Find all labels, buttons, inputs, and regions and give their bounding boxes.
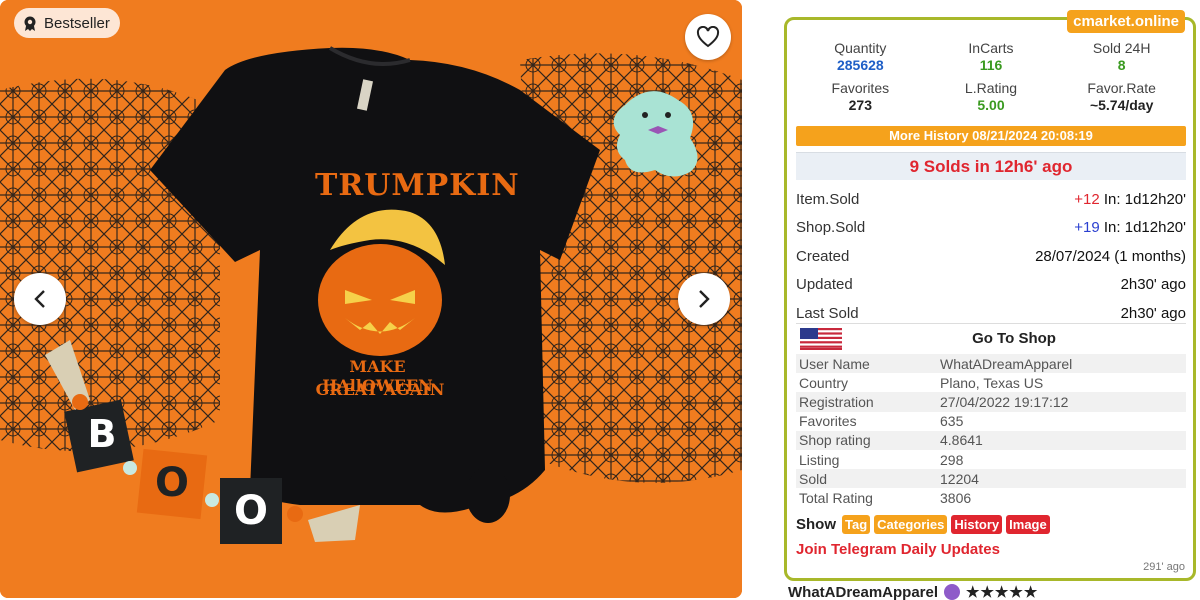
row-updated: Updated 2h30' ago	[796, 271, 1186, 300]
stat-value: 273	[848, 97, 872, 113]
stat-label: InCarts	[968, 40, 1014, 56]
row-item-sold: Item.Sold +12 In: 1d12h20'	[796, 185, 1186, 214]
seller-name-link[interactable]: WhatADreamApparel	[788, 584, 938, 600]
table-row: Favorites 635	[796, 412, 1186, 431]
previous-image-button[interactable]	[14, 273, 66, 325]
show-image-button[interactable]: Image	[1006, 515, 1050, 534]
stat-l-rating: L.Rating 5.00	[926, 80, 1057, 114]
stat-label: Sold 24H	[1092, 40, 1151, 56]
shirt-slogan-line2: GREAT AGAIN	[315, 380, 445, 399]
shop-sold-in: In: 1d12h20'	[1099, 219, 1186, 237]
show-tag-button[interactable]: Tag	[842, 515, 871, 534]
info-value: 3806	[940, 489, 972, 506]
stat-value: ~5.74/day	[1089, 97, 1154, 113]
info-value: 635	[940, 413, 964, 430]
table-row: Shop rating 4.8641	[796, 430, 1186, 450]
row-label: Item.Sold	[796, 190, 860, 208]
info-key: Total Rating	[799, 489, 873, 506]
show-label: Show	[796, 516, 836, 533]
item-sold-in: In: 1d12h20'	[1099, 190, 1186, 208]
stat-favorites: Favorites 273	[795, 80, 926, 114]
row-value: 28/07/2024 (1 months)	[1035, 247, 1186, 265]
stat-label: Quantity	[834, 40, 887, 56]
stat-label: Favor.Rate	[1087, 80, 1156, 96]
boo-block-letter-1: B	[87, 412, 117, 456]
stats-grid: Quantity 285628 InCarts 116 Sold 24H 8 F…	[795, 40, 1187, 114]
item-sold-delta: +12	[1074, 190, 1100, 208]
row-value: 2h30' ago	[1120, 276, 1186, 294]
more-history-button[interactable]: More History 08/21/2024 20:08:19	[796, 126, 1186, 146]
bestseller-icon	[22, 15, 38, 31]
product-photo	[0, 0, 742, 598]
cmarket-brand-tag[interactable]: cmarket.online	[1067, 10, 1185, 33]
chevron-left-icon	[34, 290, 45, 308]
row-value: 2h30' ago	[1120, 304, 1186, 322]
shop-sold-delta: +19	[1074, 219, 1100, 237]
stat-label: L.Rating	[964, 80, 1018, 96]
shirt-title-text: TRUMPKIN	[315, 168, 520, 203]
data-age: 291' ago	[1143, 561, 1185, 573]
row-created: Created 28/07/2024 (1 months)	[796, 242, 1186, 271]
info-key: Favorites	[799, 413, 857, 430]
table-row: Registration 27/04/2022 19:17:12	[796, 392, 1186, 412]
info-value: 4.8641	[940, 432, 983, 449]
stat-quantity: Quantity 285628	[795, 40, 926, 74]
info-key: Listing	[799, 451, 840, 468]
show-categories-button[interactable]: Categories	[874, 515, 948, 534]
info-value: 12204	[940, 470, 979, 487]
bestseller-label: Bestseller	[44, 14, 110, 32]
table-row: Listing 298	[796, 450, 1186, 469]
boo-block-letter-2: O	[154, 460, 189, 506]
row-value: +12 In: 1d12h20'	[1074, 191, 1186, 208]
stat-value: 8	[1117, 57, 1126, 73]
show-history-button[interactable]: History	[951, 515, 1003, 534]
next-image-button[interactable]	[678, 273, 730, 325]
show-toolbar: Show Tag Categories History Image	[796, 515, 1050, 534]
info-value: 27/04/2022 19:17:12	[940, 393, 1069, 410]
boo-block-letter-3: O	[233, 488, 268, 534]
info-key: User Name	[799, 355, 870, 372]
stat-value: 5.00	[977, 97, 1005, 113]
info-key: Country	[799, 374, 849, 391]
row-label: Updated	[796, 276, 853, 294]
star-seller-icon	[944, 584, 961, 600]
stat-favor-rate: Favor.Rate ~5.74/day	[1056, 80, 1187, 114]
row-shop-sold: Shop.Sold +19 In: 1d12h20'	[796, 214, 1186, 243]
row-label: Created	[796, 247, 850, 265]
stat-sold-24h: Sold 24H 8	[1056, 40, 1187, 74]
info-value: WhatADreamApparel	[940, 355, 1073, 372]
favorite-button[interactable]	[685, 14, 731, 60]
sales-rows: Item.Sold +12 In: 1d12h20' Shop.Sold +19…	[796, 185, 1186, 328]
info-value: Plano, Texas US	[940, 374, 1044, 391]
heart-icon	[696, 26, 720, 48]
row-value: +19 In: 1d12h20'	[1074, 219, 1186, 236]
row-label: Last Sold	[796, 304, 859, 322]
info-key: Shop rating	[799, 432, 871, 449]
stat-incarts: InCarts 116	[926, 40, 1057, 74]
info-value: 298	[940, 451, 964, 468]
table-row: Sold 12204	[796, 469, 1186, 489]
shop-info-table: User Name WhatADreamApparel Country Plano,…	[796, 354, 1186, 508]
table-row: User Name WhatADreamApparel	[796, 354, 1186, 374]
chevron-right-icon	[699, 290, 710, 308]
seller-line: WhatADreamApparel ★★★★★	[788, 584, 1038, 600]
row-label: Shop.Sold	[796, 219, 866, 237]
product-image[interactable]: TRUMPKIN MAKE HAllOWEEN GREAT AGAIN B O …	[0, 0, 742, 598]
stat-value: 116	[979, 57, 1003, 73]
info-key: Registration	[799, 393, 874, 410]
info-key: Sold	[799, 470, 828, 487]
seller-rating-stars: ★★★★★	[966, 584, 1039, 600]
us-flag-icon	[800, 327, 842, 350]
table-row: Total Rating 3806	[796, 488, 1186, 507]
table-row: Country Plano, Texas US	[796, 373, 1186, 392]
go-to-shop-link[interactable]: Go To Shop	[842, 330, 1186, 347]
stat-label: Favorites	[831, 80, 890, 96]
cmarket-stats-panel: cmarket.online Quantity 285628 InCarts 1…	[784, 10, 1196, 581]
go-to-shop-row[interactable]: Go To Shop	[796, 323, 1186, 353]
sold-summary: 9 Solds in 12h6' ago	[796, 152, 1186, 180]
telegram-link[interactable]: Join Telegram Daily Updates	[796, 541, 1000, 558]
stat-value: 285628	[836, 57, 884, 73]
bestseller-badge: Bestseller	[14, 8, 120, 38]
